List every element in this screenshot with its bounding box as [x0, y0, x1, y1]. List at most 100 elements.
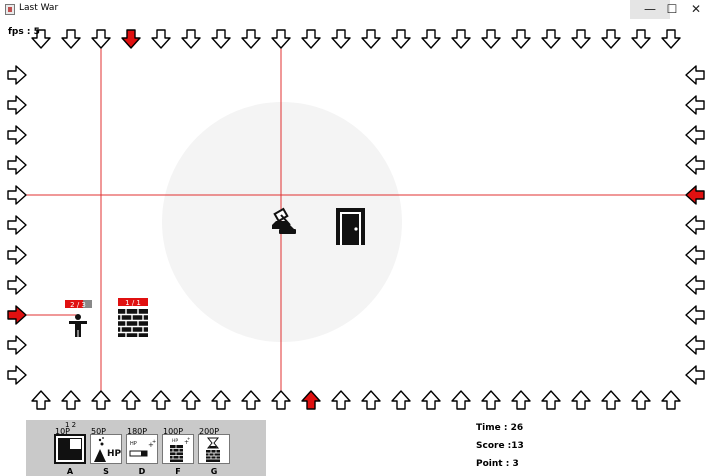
wall-tile-icon — [54, 434, 86, 464]
spawn-arrow-right-icon — [7, 155, 27, 175]
shop-item-key: F — [175, 467, 181, 476]
stick-figure-icon — [69, 314, 87, 337]
spawn-arrow-down-icon — [61, 29, 81, 49]
player-unit[interactable]: 2 / 3 — [65, 300, 92, 337]
shop-bar: 1 2 10P A 50P HP S 180P HP + + D 100P HP… — [26, 420, 266, 476]
spawn-arrow-right-icon — [7, 365, 27, 385]
spawn-arrow-right-icon — [7, 215, 27, 235]
spawn-arrow-right-icon — [7, 275, 27, 295]
spawn-arrow-up-icon — [181, 390, 201, 410]
wall-hp-label: 1 / 1 — [125, 299, 141, 307]
spawn-arrow-down-icon — [301, 29, 321, 49]
brick-wall-icon — [118, 309, 148, 337]
spawn-arrow-down-icon — [391, 29, 411, 49]
spawn-arrow-right-icon — [7, 305, 27, 325]
spawn-arrow-left-icon — [685, 65, 705, 85]
svg-text:+: + — [152, 439, 156, 445]
spawn-arrow-up-icon — [631, 390, 651, 410]
spawn-arrow-up-icon — [61, 390, 81, 410]
game-board: 2 / 3 1 / 1 — [7, 29, 705, 410]
spawn-arrow-down-icon — [121, 29, 141, 49]
spawn-arrow-down-icon — [181, 29, 201, 49]
spawn-arrow-down-icon — [571, 29, 591, 49]
spawn-arrow-left-icon — [685, 215, 705, 235]
spawn-arrow-up-icon — [511, 390, 531, 410]
spawn-arrow-left-icon — [685, 185, 705, 205]
spawn-arrow-up-icon — [31, 390, 51, 410]
svg-text:HP: HP — [107, 449, 121, 459]
spawn-arrow-down-icon — [421, 29, 441, 49]
spawn-arrows-right — [685, 65, 705, 385]
spawn-arrow-left-icon — [685, 275, 705, 295]
spawn-arrow-left-icon — [685, 365, 705, 385]
shop-item-hp-potion[interactable]: 50P HP S — [90, 427, 122, 476]
spawn-arrow-up-icon — [601, 390, 621, 410]
hp-bar-upgrade-icon: HP + + — [126, 434, 158, 464]
shop-item-key: D — [138, 467, 146, 476]
close-button[interactable]: ✕ — [676, 0, 712, 19]
spawn-arrow-up-icon — [91, 390, 111, 410]
spawn-arrow-right-icon — [7, 245, 27, 265]
spawn-arrow-up-icon — [301, 390, 321, 410]
hp-potion-icon: HP — [90, 434, 122, 464]
spawn-arrow-up-icon — [451, 390, 471, 410]
wall-unit[interactable]: 1 / 1 — [118, 298, 148, 337]
spawn-arrow-down-icon — [331, 29, 351, 49]
spawn-arrow-up-icon — [661, 390, 681, 410]
spawn-arrow-left-icon — [685, 95, 705, 115]
spawn-arrow-up-icon — [361, 390, 381, 410]
spawn-arrows-bottom — [31, 390, 681, 410]
point-readout: Point : 3 — [476, 459, 519, 469]
spawn-arrow-right-icon — [7, 95, 27, 115]
spawn-arrow-right-icon — [7, 335, 27, 355]
time-readout: Time : 26 — [476, 423, 524, 433]
spawn-arrow-up-icon — [481, 390, 501, 410]
spawn-arrow-up-icon — [331, 390, 351, 410]
hourglass-wall-icon — [198, 434, 230, 464]
player-hp-label: 2 / 3 — [70, 301, 86, 309]
spawn-arrow-down-icon — [511, 29, 531, 49]
spawn-arrow-left-icon — [685, 155, 705, 175]
spawn-arrow-left-icon — [685, 305, 705, 325]
spawn-arrow-up-icon — [421, 390, 441, 410]
spawn-arrow-right-icon — [7, 125, 27, 145]
spawn-arrows-top — [31, 29, 681, 49]
spawn-arrow-up-icon — [271, 390, 291, 410]
svg-text:HP: HP — [130, 441, 137, 447]
spawn-arrow-down-icon — [481, 29, 501, 49]
shop-item-wall-hp-upgrade[interactable]: 100P HP + + F — [162, 427, 194, 476]
spawn-arrow-down-icon — [661, 29, 681, 49]
spawn-arrow-up-icon — [211, 390, 231, 410]
spawn-arrow-down-icon — [451, 29, 471, 49]
spawn-arrow-down-icon — [361, 29, 381, 49]
wall-hp-upgrade-icon: HP + + — [162, 434, 194, 464]
score-readout: Score :13 — [476, 441, 524, 451]
shop-item-hp-upgrade[interactable]: 180P HP + + D — [126, 427, 158, 476]
shop-item-key: G — [210, 467, 218, 476]
spawn-arrow-up-icon — [241, 390, 261, 410]
spawn-arrow-right-icon — [7, 185, 27, 205]
spawn-arrows-left — [7, 65, 27, 385]
game-canvas[interactable]: 2 / 3 1 / 1 fps: 5 1 2 10P A 50P HP S 1… — [0, 20, 712, 476]
window-title: Last War — [19, 3, 59, 13]
svg-text:HP: HP — [172, 438, 178, 444]
spawn-arrow-down-icon — [271, 29, 291, 49]
spawn-arrow-up-icon — [151, 390, 171, 410]
svg-text:+: + — [187, 436, 190, 441]
spawn-arrow-left-icon — [685, 245, 705, 265]
spawn-arrow-down-icon — [241, 29, 261, 49]
spawn-arrow-up-icon — [121, 390, 141, 410]
spawn-arrow-up-icon — [541, 390, 561, 410]
spawn-arrow-left-icon — [685, 335, 705, 355]
door-icon[interactable] — [336, 208, 365, 245]
spawn-arrow-right-icon — [7, 65, 27, 85]
shop-item-key: S — [103, 467, 109, 476]
spawn-arrow-left-icon — [685, 125, 705, 145]
window-titlebar: Last War — ☐ ✕ — [0, 0, 712, 20]
shop-item-wall[interactable]: 10P A — [54, 427, 86, 476]
fps-counter: fps : 5 — [8, 27, 40, 37]
shop-item-hourglass-wall[interactable]: 200P G — [198, 427, 230, 476]
spawn-arrow-up-icon — [571, 390, 591, 410]
spawn-arrow-down-icon — [211, 29, 231, 49]
spawn-arrow-up-icon — [391, 390, 411, 410]
